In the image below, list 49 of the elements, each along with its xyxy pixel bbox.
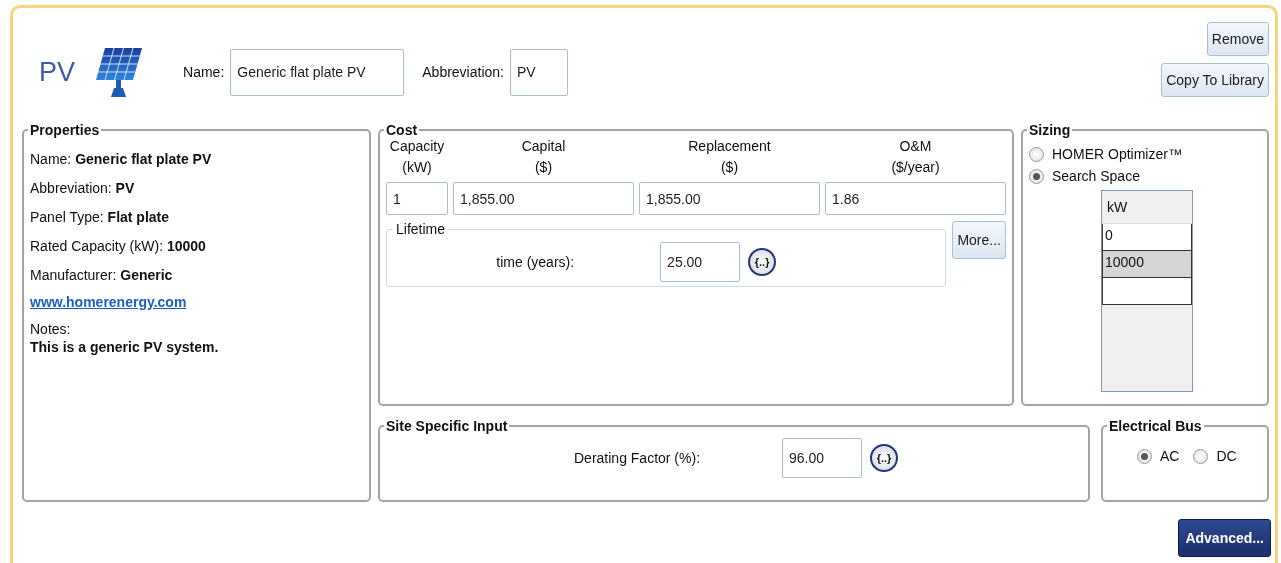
panel-title: Cost (385, 122, 419, 138)
action-button[interactable]: Copy To Library (1161, 63, 1269, 97)
solar-panel-icon (95, 46, 144, 98)
column-heading: Capital ($) (520, 137, 567, 177)
property-text: Rated Capacity (kW): 10000 (30, 237, 207, 256)
advanced-button[interactable]: Advanced... (1178, 519, 1271, 557)
derating-field[interactable]: 96.00 (782, 438, 863, 478)
variable-button[interactable]: {..} (748, 247, 777, 276)
website-link[interactable]: www.homerenergy.com (30, 294, 187, 310)
radio-icon[interactable] (1029, 168, 1044, 184)
notes-label: Notes: (30, 320, 72, 339)
more-button[interactable]: More... (952, 221, 1006, 259)
column-heading: O&M ($/year) (890, 137, 941, 177)
panel-title: Site Specific Input (385, 418, 509, 434)
radio-option[interactable]: DC (1193, 448, 1237, 464)
panel-title: Properties (29, 122, 101, 138)
property-text: Manufacturer: Generic (30, 266, 174, 285)
cost-field[interactable]: 1,855.00 (453, 182, 634, 215)
action-button[interactable]: Remove (1206, 22, 1269, 56)
property-text: Name: Generic flat plate PV (30, 150, 213, 169)
panel-title: Sizing (1028, 122, 1072, 138)
name-label: Name: (183, 64, 225, 80)
abbreviation-field[interactable]: PV (510, 48, 568, 96)
radio-option[interactable]: AC (1137, 448, 1180, 464)
field-label: Derating Factor (%): (574, 450, 701, 466)
radio-option[interactable]: HOMER Optimizer™ (1029, 146, 1261, 162)
component-title: PV (39, 56, 76, 88)
column-heading: Capacity (kW) (388, 137, 446, 177)
radio-option[interactable]: Search Space (1029, 168, 1261, 184)
column-heading: Replacement ($) (687, 137, 772, 177)
lifetime-field[interactable]: 25.00 (660, 241, 741, 282)
new-row-cell[interactable] (1102, 278, 1192, 305)
panel-title: Electrical Bus (1108, 418, 1203, 434)
table-cell[interactable]: 10000 (1102, 251, 1192, 278)
name-field[interactable]: Generic flat plate PV (230, 48, 405, 96)
variable-button[interactable]: {..} (870, 444, 899, 472)
property-text: Abbreviation: PV (30, 179, 136, 198)
abbreviation-label: Abbreviation: (422, 64, 504, 80)
cost-field[interactable]: 1.86 (825, 182, 1006, 215)
radio-icon[interactable] (1193, 448, 1209, 464)
notes-text: This is a generic PV system. (30, 339, 220, 355)
property-text: Panel Type: Flat plate (30, 208, 171, 227)
group-title: Lifetime (395, 221, 447, 237)
radio-icon[interactable] (1137, 448, 1152, 464)
cost-field[interactable]: 1,855.00 (639, 182, 820, 215)
field-label: time (years): (496, 253, 575, 270)
radio-icon[interactable] (1029, 146, 1044, 162)
table-cell[interactable]: 0 (1102, 224, 1192, 251)
cost-field[interactable]: 1 (386, 182, 448, 215)
